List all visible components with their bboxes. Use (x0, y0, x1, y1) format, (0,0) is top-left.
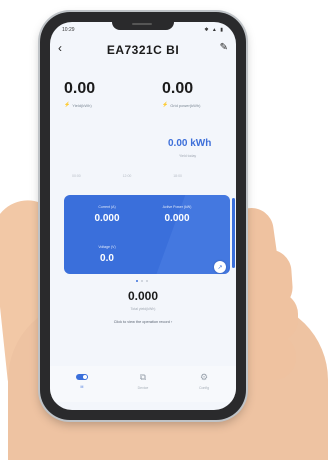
grid-power-stat: 0.00 ⚡ Grid power(kWh) (162, 80, 200, 108)
voltage-metric: Voltage (V) 0.0 (72, 245, 142, 264)
next-card-peek[interactable] (232, 198, 235, 268)
energy-label: Yield today (179, 154, 197, 158)
total-yield-value: 0.000 (127, 289, 159, 303)
bottom-tab-bar: M ⧉ Device ⚙ Config (50, 366, 236, 402)
gear-icon: ⚙ (199, 372, 209, 382)
current-label: Current (A) (98, 205, 116, 209)
bolt-icon: ⚡ (64, 102, 71, 108)
yield-label: Yield(kWh) (72, 102, 92, 108)
voltage-value: 0.0 (100, 253, 114, 264)
bolt-icon: ⚡ (162, 102, 169, 108)
page-title: EA7321C BI (106, 43, 180, 57)
tab-device[interactable]: ⧉ Device (123, 372, 163, 390)
active-power-label: Active Power (kW) (162, 205, 192, 209)
current-metric: Current (A) 0.000 (72, 205, 142, 224)
carousel-dot[interactable] (136, 280, 138, 282)
tab-label: Config (198, 386, 210, 390)
expand-icon[interactable]: ↗ (214, 261, 226, 273)
carousel-dot[interactable] (146, 280, 148, 282)
tab-label: M (80, 385, 84, 389)
metrics-card[interactable]: Current (A) 0.000 Active Power (kW) 0.00… (64, 195, 230, 274)
total-yield: 0.000 Total yield(kWh) (50, 289, 236, 311)
yield-value: 0.00 (64, 80, 96, 97)
toggle-icon (76, 374, 88, 380)
status-icons: ✱ ▲ ▮ (204, 27, 224, 33)
active-power-metric: Active Power (kW) 0.000 (142, 205, 212, 224)
active-power-value: 0.000 (164, 213, 190, 224)
tab-label: Device (137, 386, 149, 390)
app-screen: 10:29 ✱ ▲ ▮ ‹ EA7321C BI ✎ 0.00 ⚡ Yield(… (50, 22, 236, 410)
status-time: 10:29 (62, 27, 75, 33)
energy-value: 0.00 kWh (168, 138, 212, 149)
operation-record-link[interactable]: Click to view the operation record › (50, 320, 236, 324)
current-value: 0.000 (94, 213, 120, 224)
title-bar: ‹ EA7321C BI ✎ (50, 38, 236, 60)
total-yield-label: Total yield(kWh) (130, 307, 156, 311)
time-tick: 18:00 (173, 174, 182, 178)
grid-power-label: Grid power(kWh) (170, 102, 201, 108)
edit-icon[interactable]: ✎ (220, 42, 228, 53)
time-axis: 00:00 12:00 18:00 (72, 174, 182, 178)
voltage-label: Voltage (V) (98, 245, 116, 249)
tab-home[interactable]: M (62, 372, 102, 389)
time-tick: 00:00 (72, 174, 81, 178)
phone-speaker (132, 23, 152, 25)
time-tick: 12:00 (122, 174, 132, 178)
tab-config[interactable]: ⚙ Config (184, 372, 224, 390)
carousel-dots (136, 280, 148, 282)
device-icon: ⧉ (139, 372, 147, 382)
yield-stat: 0.00 ⚡ Yield(kWh) (64, 80, 95, 108)
grid-power-value: 0.00 (162, 80, 194, 97)
carousel-dot[interactable] (141, 280, 143, 282)
